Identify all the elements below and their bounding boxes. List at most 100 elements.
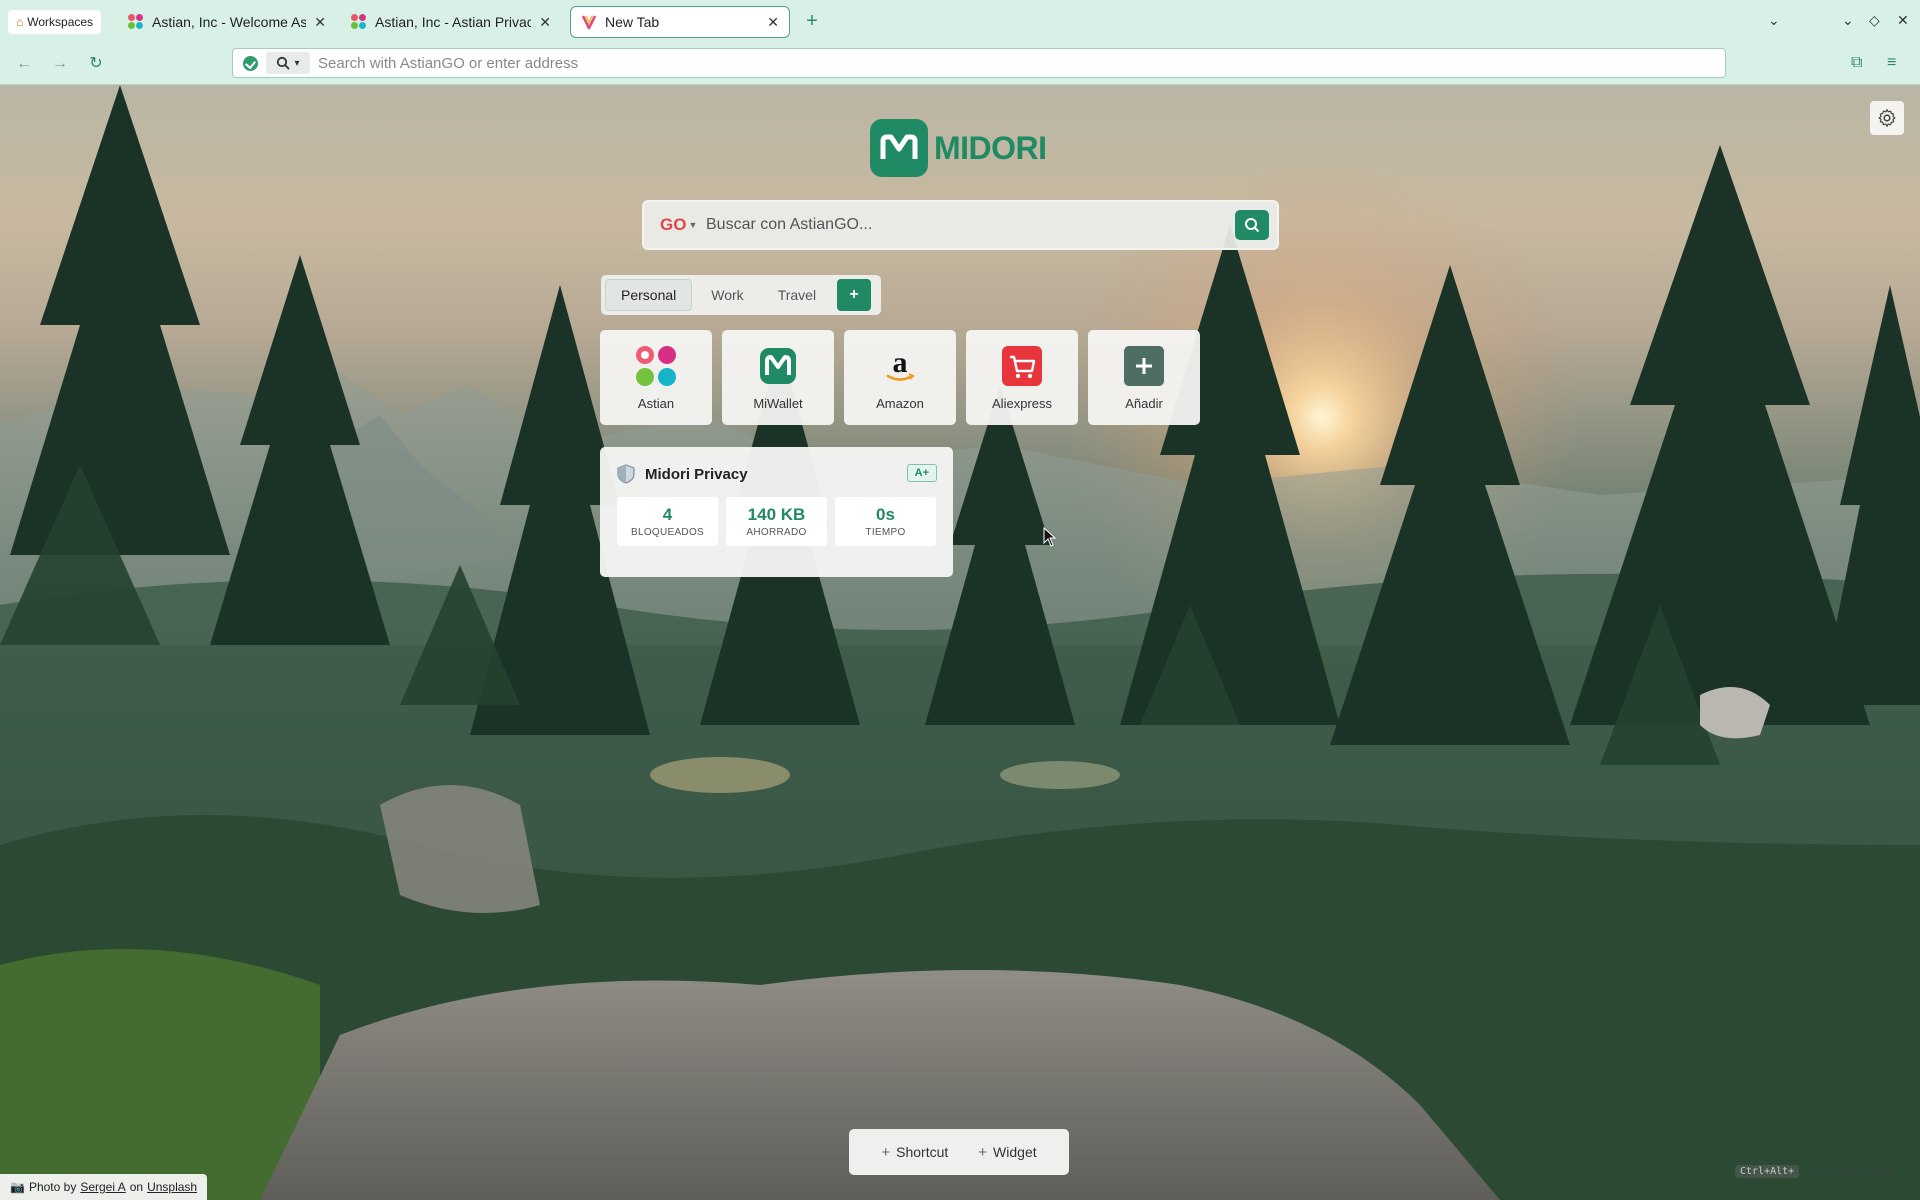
newtab-bottom-bar: + Shortcut + Widget [849, 1129, 1069, 1175]
miwallet-icon [756, 344, 800, 388]
midori-logo-icon [870, 119, 928, 177]
shortcut-label: Astian [637, 396, 675, 411]
tab-title: Astian, Inc - Welcome Astia [152, 14, 307, 30]
search-engine-selector[interactable]: GO ▼ [660, 215, 698, 235]
credit-site-link[interactable]: Unsplash [147, 1180, 197, 1194]
svg-text:a: a [893, 346, 908, 379]
shortcut-aliexpress[interactable]: Aliexpress [966, 330, 1078, 425]
group-tab-travel[interactable]: Travel [763, 279, 831, 311]
tab-title: Astian, Inc - Astian Privacy [375, 14, 532, 30]
stat-label: BLOQUEADOS [630, 527, 705, 538]
search-engine-selector[interactable]: ▾ [266, 52, 310, 74]
mouse-cursor-icon [1043, 527, 1057, 547]
plus-icon [1122, 344, 1166, 388]
command-palette-label: Command Palette [1805, 1165, 1894, 1178]
stat-label: TIEMPO [865, 527, 906, 538]
chevron-down-icon: ▼ [688, 220, 698, 230]
shield-icon [617, 464, 635, 484]
stat-blocked: 4 BLOQUEADOS [617, 497, 718, 546]
tab-title: New Tab [605, 14, 660, 30]
tab-bar: ⌂ Workspaces Astian, Inc - Welcome Astia… [0, 0, 1920, 44]
astian-favicon-icon [128, 14, 144, 30]
shortcut-amazon[interactable]: a Amazon [844, 330, 956, 425]
amazon-icon: a [878, 344, 922, 388]
privacy-grade-badge: A+ [906, 464, 937, 482]
address-input[interactable] [318, 54, 1618, 72]
plus-icon: + [978, 1143, 988, 1161]
add-shortcut-button[interactable]: + Shortcut [881, 1144, 948, 1161]
search-button[interactable] [1235, 210, 1269, 240]
brand-name: MIDORI [934, 129, 1047, 166]
tab-close-icon[interactable]: ✕ [539, 14, 551, 31]
newtab-search-box: GO ▼ [642, 200, 1279, 250]
midori-logo: MIDORI [870, 119, 1047, 177]
plus-icon: + [881, 1143, 891, 1161]
background-photo [0, 85, 1920, 1200]
group-tab-personal[interactable]: Personal [605, 279, 693, 311]
forward-icon[interactable]: → [50, 54, 70, 74]
tab-list-chevron-icon[interactable]: ⌄ [1768, 12, 1780, 29]
search-icon [277, 56, 291, 70]
credit-prefix: Photo by [28, 1180, 77, 1194]
photo-credit: 📷 Photo by Sergei A on Unsplash [0, 1174, 208, 1200]
workspaces-label: Workspaces [27, 15, 94, 29]
extensions-icon[interactable]: ⧉ [1851, 54, 1862, 72]
shortcut-add[interactable]: Añadir [1088, 330, 1200, 425]
shortcut-label: Añadir [1125, 396, 1163, 411]
tab-new-tab[interactable]: New Tab ✕ [570, 6, 790, 38]
astian-favicon-icon [351, 14, 367, 30]
aliexpress-cart-icon [1000, 344, 1044, 388]
stat-time: 0s TIEMPO [835, 497, 936, 546]
address-bar[interactable]: ▾ [232, 48, 1726, 78]
navigation-bar: ← → ↻ ▾ ⧉ ≡ [0, 44, 1920, 85]
forest-landscape-illustration [0, 85, 1920, 1200]
shortcut-keys: Ctrl+Alt+ [1735, 1165, 1800, 1178]
privacy-widget: Midori Privacy A+ 4 BLOQUEADOS 140 KB AH… [600, 447, 953, 577]
credit-on: on [129, 1180, 144, 1194]
new-tab-button[interactable]: + [801, 10, 823, 32]
maximize-icon[interactable]: ◇ [1869, 12, 1880, 29]
privacy-header: Midori Privacy [617, 464, 748, 484]
tab-close-icon[interactable]: ✕ [314, 14, 326, 31]
credit-author-link[interactable]: Sergei A [80, 1180, 125, 1194]
add-group-button[interactable]: + [837, 279, 872, 311]
vivaldi-v-favicon-icon [581, 15, 597, 30]
stat-value: 140 KB [747, 505, 806, 524]
stat-value: 0s [876, 505, 895, 524]
astiango-logo-icon: GO [660, 215, 687, 234]
privacy-stats: 4 BLOQUEADOS 140 KB AHORRADO 0s TIEMPO [617, 497, 936, 546]
add-shortcut-label: Shortcut [896, 1144, 949, 1160]
search-icon [1245, 218, 1260, 233]
group-tab-work[interactable]: Work [696, 279, 758, 311]
security-check-icon [243, 55, 258, 71]
newtab-search-input[interactable] [706, 216, 1206, 234]
camera-icon: 📷 [10, 1180, 25, 1194]
minimize-icon[interactable]: ⌄ [1842, 12, 1854, 29]
home-icon: ⌂ [16, 15, 24, 29]
astian-dots-icon [634, 344, 678, 388]
shortcut-label: Amazon [876, 396, 924, 411]
add-widget-label: Widget [993, 1144, 1037, 1160]
tab-privacy[interactable]: Astian, Inc - Astian Privacy ✕ [341, 6, 561, 38]
privacy-title: Midori Privacy [645, 465, 748, 483]
tab-close-icon[interactable]: ✕ [767, 14, 779, 31]
reload-icon[interactable]: ↻ [86, 54, 106, 74]
shortcut-label: MiWallet [753, 396, 803, 411]
tab-welcome[interactable]: Astian, Inc - Welcome Astia ✕ [118, 6, 336, 38]
shortcut-tiles: Astian MiWallet a Amazon Aliexpress Añad… [600, 330, 1200, 425]
add-widget-button[interactable]: + Widget [978, 1144, 1036, 1161]
menu-icon[interactable]: ≡ [1887, 54, 1896, 72]
newtab-settings-button[interactable] [1870, 101, 1904, 135]
gear-icon [1878, 109, 1896, 127]
stat-label: AHORRADO [746, 527, 807, 538]
shortcut-astian[interactable]: Astian [600, 330, 712, 425]
workspaces-button[interactable]: ⌂ Workspaces [8, 10, 102, 34]
shortcut-groups: Personal Work Travel + [601, 275, 881, 315]
shortcut-label: Aliexpress [992, 396, 1052, 411]
close-window-icon[interactable]: ✕ [1897, 12, 1909, 29]
back-icon[interactable]: ← [14, 54, 34, 74]
stat-value: 4 [662, 505, 673, 524]
shortcut-miwallet[interactable]: MiWallet [722, 330, 834, 425]
chevron-down-icon: ▾ [294, 57, 300, 69]
stat-saved: 140 KB AHORRADO [726, 497, 827, 546]
